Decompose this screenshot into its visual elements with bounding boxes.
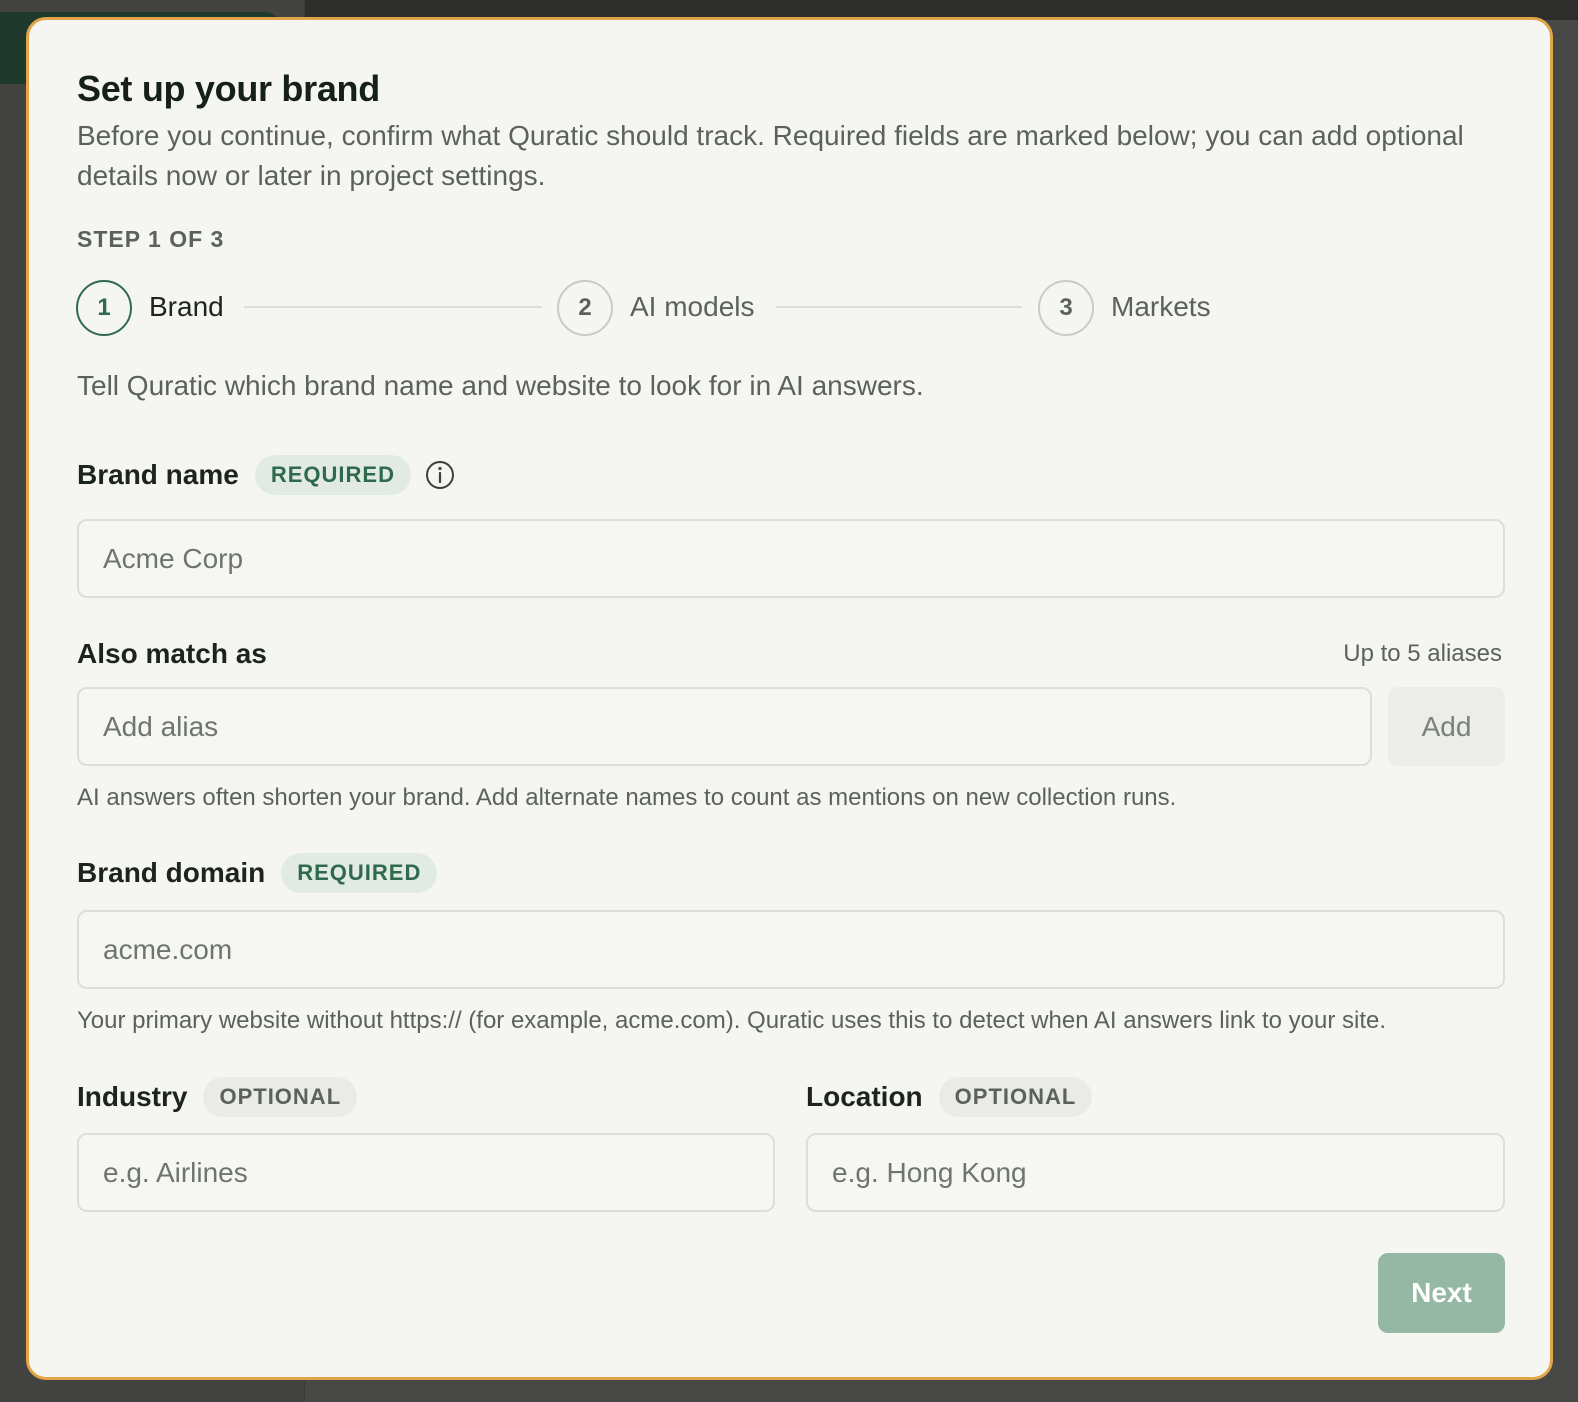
brand-domain-help-text: Your primary website without https:// (f… (77, 1007, 1386, 1034)
aliases-label: Also match as (77, 638, 267, 669)
step-3-circle[interactable]: 3 (1038, 280, 1094, 336)
step-1-circle[interactable]: 1 (76, 280, 132, 336)
brand-name-label-row: Brand name REQUIRED (77, 455, 411, 495)
brand-domain-label: Brand domain (77, 857, 266, 888)
step-intro: Tell Quratic which brand name and websit… (77, 370, 924, 401)
modal-title: Set up your brand (77, 68, 380, 109)
step-3-label[interactable]: Markets (1111, 291, 1211, 323)
stepper: 1 Brand 2 AI models 3 Markets (76, 278, 1536, 338)
location-label-row: Location OPTIONAL (806, 1077, 1093, 1117)
step-2-label[interactable]: AI models (630, 291, 755, 323)
brand-name-input[interactable] (77, 519, 1505, 598)
industry-label-row: Industry OPTIONAL (77, 1077, 358, 1117)
modal-subtitle: Before you continue, confirm what Qurati… (77, 120, 1464, 191)
setup-brand-modal: Set up your brand Before you continue, c… (26, 17, 1553, 1380)
brand-domain-input[interactable] (77, 910, 1505, 989)
required-badge: REQUIRED (254, 455, 411, 495)
step-1-label[interactable]: Brand (149, 291, 224, 323)
brand-domain-label-row: Brand domain REQUIRED (77, 853, 438, 893)
step-2-circle[interactable]: 2 (557, 280, 613, 336)
brand-name-label: Brand name (77, 459, 239, 490)
step-indicator: STEP 1 OF 3 (77, 226, 225, 252)
aliases-help-text: AI answers often shorten your brand. Add… (77, 784, 1177, 811)
location-label: Location (806, 1081, 923, 1112)
optional-badge: OPTIONAL (938, 1077, 1093, 1117)
add-alias-button[interactable]: Add (1388, 687, 1505, 766)
industry-input[interactable] (77, 1133, 775, 1212)
industry-label: Industry (77, 1081, 188, 1112)
required-badge: REQUIRED (281, 853, 438, 893)
step-connector (244, 306, 542, 308)
next-button[interactable]: Next (1378, 1253, 1505, 1333)
aliases-limit-note: Up to 5 aliases (1343, 640, 1502, 667)
alias-input[interactable] (77, 687, 1372, 766)
info-icon[interactable] (425, 460, 455, 490)
step-connector (776, 306, 1022, 308)
location-input[interactable] (806, 1133, 1505, 1212)
optional-badge: OPTIONAL (203, 1077, 358, 1117)
